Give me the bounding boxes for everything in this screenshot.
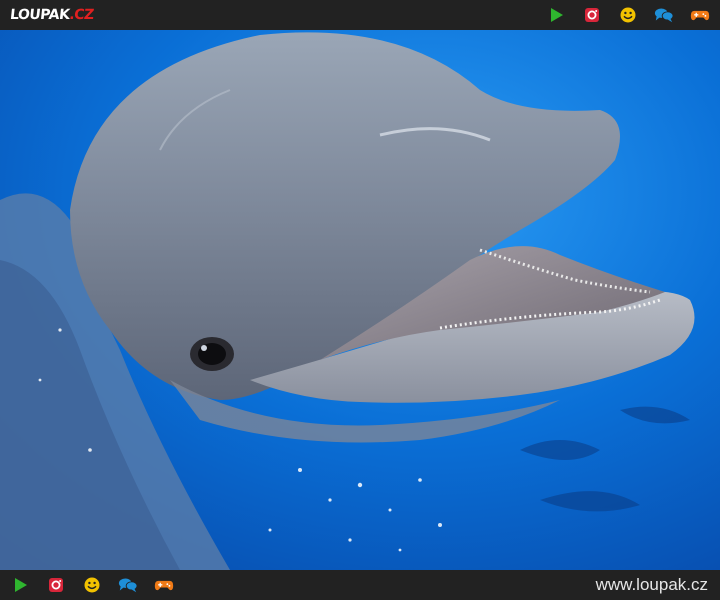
instagram-icon[interactable] [46, 576, 66, 594]
instagram-icon[interactable] [582, 6, 602, 24]
play-icon[interactable] [546, 6, 566, 24]
gamepad-icon[interactable] [690, 6, 710, 24]
smiley-icon[interactable] [618, 6, 638, 24]
chat-icon[interactable] [654, 6, 674, 24]
site-logo[interactable]: LOUPAK .CZ [9, 7, 94, 23]
site-url-link[interactable]: www.loupak.cz [596, 575, 708, 595]
smiley-icon[interactable] [82, 576, 102, 594]
top-icon-bar [546, 6, 710, 24]
play-icon[interactable] [10, 576, 30, 594]
logo-tld: .CZ [68, 7, 95, 23]
bottom-bar: www.loupak.cz [0, 570, 720, 600]
logo-text: LOUPAK [9, 7, 71, 23]
page: LOUPAK .CZ www.loupak.cz [0, 0, 720, 600]
dolphin-photo [0, 30, 720, 570]
top-bar: LOUPAK .CZ [0, 0, 720, 30]
gamepad-icon[interactable] [154, 576, 174, 594]
dolphin-illustration [0, 30, 720, 570]
chat-icon[interactable] [118, 576, 138, 594]
bottom-icon-bar [10, 576, 174, 594]
